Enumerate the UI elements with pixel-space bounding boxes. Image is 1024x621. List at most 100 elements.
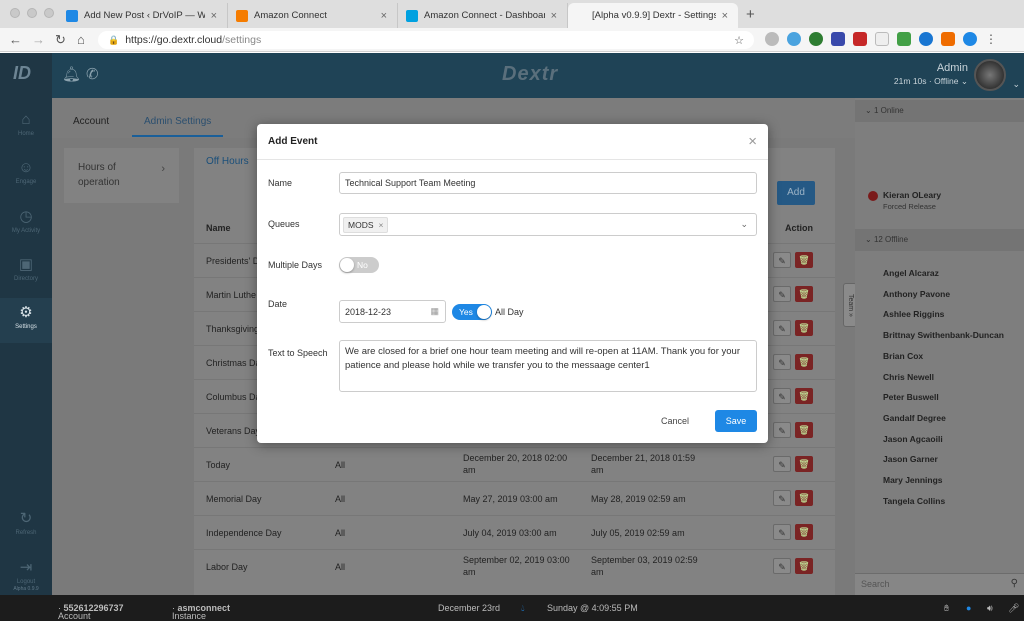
edit-icon[interactable]: ✎ — [773, 354, 791, 370]
tab-close-icon[interactable]: × — [722, 10, 728, 22]
sidebar-item-home[interactable]: ⌂ Home — [0, 111, 52, 137]
search-icon: ⚲ — [1010, 578, 1018, 589]
online-section-header[interactable]: ⌄ 1 Online — [855, 100, 1024, 122]
edit-icon[interactable]: ✎ — [773, 422, 791, 438]
window-controls[interactable] — [10, 8, 54, 18]
sidebar-item-my-activity[interactable]: ◷ My Activity — [0, 207, 52, 234]
extension-icon[interactable] — [831, 32, 845, 46]
status-indicator-icon[interactable]: ● — [966, 603, 971, 613]
tab-account[interactable]: Account — [73, 116, 109, 127]
delete-icon[interactable]: 🗑︎ — [795, 558, 813, 574]
avatar[interactable] — [974, 59, 1006, 91]
close-icon[interactable]: × — [748, 133, 757, 150]
edit-icon[interactable]: ✎ — [773, 252, 791, 268]
tab-off-hours[interactable]: Off Hours — [206, 156, 249, 167]
agent-offline-name[interactable]: Mary Jennings — [883, 475, 943, 485]
sidebar-item-settings[interactable]: ⚙ Settings — [0, 298, 52, 343]
edit-icon[interactable]: ✎ — [773, 490, 791, 506]
browser-tab-active[interactable]: [Alpha v0.9.9] Dextr - Settings × — [568, 3, 738, 28]
browser-tab[interactable]: Add New Post ‹ DrVoIP — Wor × — [58, 3, 228, 28]
agent-offline-name[interactable]: Gandalf Degree — [883, 413, 946, 423]
delete-icon[interactable]: 🗑︎ — [795, 388, 813, 404]
extension-icon[interactable] — [963, 32, 977, 46]
chip-remove-icon[interactable]: × — [379, 220, 384, 230]
queues-label: Queues — [268, 219, 300, 229]
tab-close-icon[interactable]: × — [211, 10, 217, 22]
queues-select[interactable]: MODS × ⌄ — [339, 213, 757, 236]
delete-icon[interactable]: 🗑︎ — [795, 286, 813, 302]
home-icon[interactable]: ⌂ — [77, 32, 85, 47]
agent-offline-name[interactable]: Anthony Pavone — [883, 289, 950, 299]
new-tab-button[interactable]: + — [746, 6, 755, 23]
bell-icon[interactable]: 🔔︎ — [62, 65, 81, 83]
edit-icon[interactable]: ✎ — [773, 388, 791, 404]
agent-offline-name[interactable]: Ashlee Riggins — [883, 309, 944, 319]
tts-textarea[interactable]: We are closed for a brief one hour team … — [339, 340, 757, 392]
hand-icon[interactable]: ✋︎ — [944, 603, 949, 614]
volume-icon[interactable]: 🔊︎ — [987, 603, 993, 614]
sidebar-item-directory[interactable]: ▣ Directory — [0, 255, 52, 282]
delete-icon[interactable]: 🗑︎ — [795, 354, 813, 370]
tab-close-icon[interactable]: × — [551, 10, 557, 22]
edit-icon[interactable]: ✎ — [773, 286, 791, 302]
event-name-cell: Presidents' D — [206, 256, 260, 266]
agent-online-name[interactable]: Kieran OLeary — [883, 190, 941, 200]
offline-section-header[interactable]: ⌄ 12 Offline — [855, 229, 1024, 251]
agent-offline-name[interactable]: Peter Buswell — [883, 392, 939, 402]
phone-icon[interactable]: ✆ — [86, 65, 99, 83]
back-icon[interactable]: ← — [9, 32, 22, 47]
agent-offline-name[interactable]: Jason Agcaoili — [883, 434, 943, 444]
agent-offline-name[interactable]: Tangela Collins — [883, 496, 945, 506]
extension-icon[interactable] — [765, 32, 779, 46]
extension-icon[interactable] — [919, 32, 933, 46]
user-menu[interactable]: Admin 21m 10s · Offline ⌄ — [894, 62, 968, 87]
drop-icon: 💧︎ — [521, 603, 525, 613]
extension-icon[interactable] — [809, 32, 823, 46]
edit-icon[interactable]: ✎ — [773, 456, 791, 472]
avatar-chevron-icon[interactable]: ⌄ — [1012, 79, 1020, 90]
delete-icon[interactable]: 🗑︎ — [795, 490, 813, 506]
browser-tab[interactable]: Amazon Connect - Dashboard × — [398, 3, 568, 28]
save-button[interactable]: Save — [715, 410, 757, 432]
extension-icon[interactable] — [941, 32, 955, 46]
delete-icon[interactable]: 🗑︎ — [795, 422, 813, 438]
add-button[interactable]: Add — [777, 181, 815, 205]
search-input[interactable]: Search ⚲ — [855, 573, 1024, 595]
edit-icon[interactable]: ✎ — [773, 524, 791, 540]
agent-offline-name[interactable]: Jason Garner — [883, 454, 938, 464]
cancel-button[interactable]: Cancel — [661, 416, 689, 426]
extension-icon[interactable] — [875, 32, 889, 46]
extension-icon[interactable] — [897, 32, 911, 46]
sidebar-item-engage[interactable]: ☺ Engage — [0, 159, 52, 185]
multiple-days-toggle[interactable]: No — [339, 257, 379, 273]
tab-close-icon[interactable]: × — [381, 10, 387, 22]
delete-icon[interactable]: 🗑︎ — [795, 320, 813, 336]
delete-icon[interactable]: 🗑︎ — [795, 524, 813, 540]
chevron-down-icon: ⌄ — [960, 76, 968, 86]
edit-icon[interactable]: ✎ — [773, 558, 791, 574]
logout-icon: ⇥ — [19, 559, 33, 576]
sidebar-item-logout[interactable]: ⇥ Logout — [0, 558, 52, 585]
extension-icon[interactable] — [787, 32, 801, 46]
edit-icon[interactable]: ✎ — [773, 320, 791, 336]
event-name-input[interactable]: Technical Support Team Meeting — [339, 172, 757, 194]
forward-icon[interactable]: → — [32, 32, 45, 47]
menu-kebab-icon[interactable]: ⋮ — [985, 32, 999, 46]
browser-tab[interactable]: Amazon Connect × — [228, 3, 398, 28]
sidebar-item-refresh[interactable]: ↻ Refresh — [0, 509, 52, 536]
tab-admin-settings[interactable]: Admin Settings — [132, 116, 224, 137]
all-day-toggle[interactable]: Yes — [452, 304, 492, 320]
agent-offline-name[interactable]: Brittnay Swithenbank-Duncan — [883, 330, 1004, 340]
agent-offline-name[interactable]: Brian Cox — [883, 351, 923, 361]
delete-icon[interactable]: 🗑︎ — [795, 252, 813, 268]
microphone-icon[interactable]: 🎤︎ — [1008, 603, 1019, 614]
agent-offline-name[interactable]: Angel Alcaraz — [883, 268, 939, 278]
url-field[interactable]: 🔒 https://go.dextr.cloud/settings ☆ — [98, 31, 754, 49]
date-input[interactable]: 2018-12-23 ▦ — [339, 300, 446, 323]
reload-icon[interactable]: ↻ — [55, 32, 66, 48]
settings-nav-hours-of-operation[interactable]: Hours of operation › — [64, 148, 179, 203]
agent-offline-name[interactable]: Chris Newell — [883, 372, 934, 382]
extension-icon[interactable] — [853, 32, 867, 46]
bookmark-star-icon[interactable]: ☆ — [734, 34, 744, 47]
delete-icon[interactable]: 🗑︎ — [795, 456, 813, 472]
